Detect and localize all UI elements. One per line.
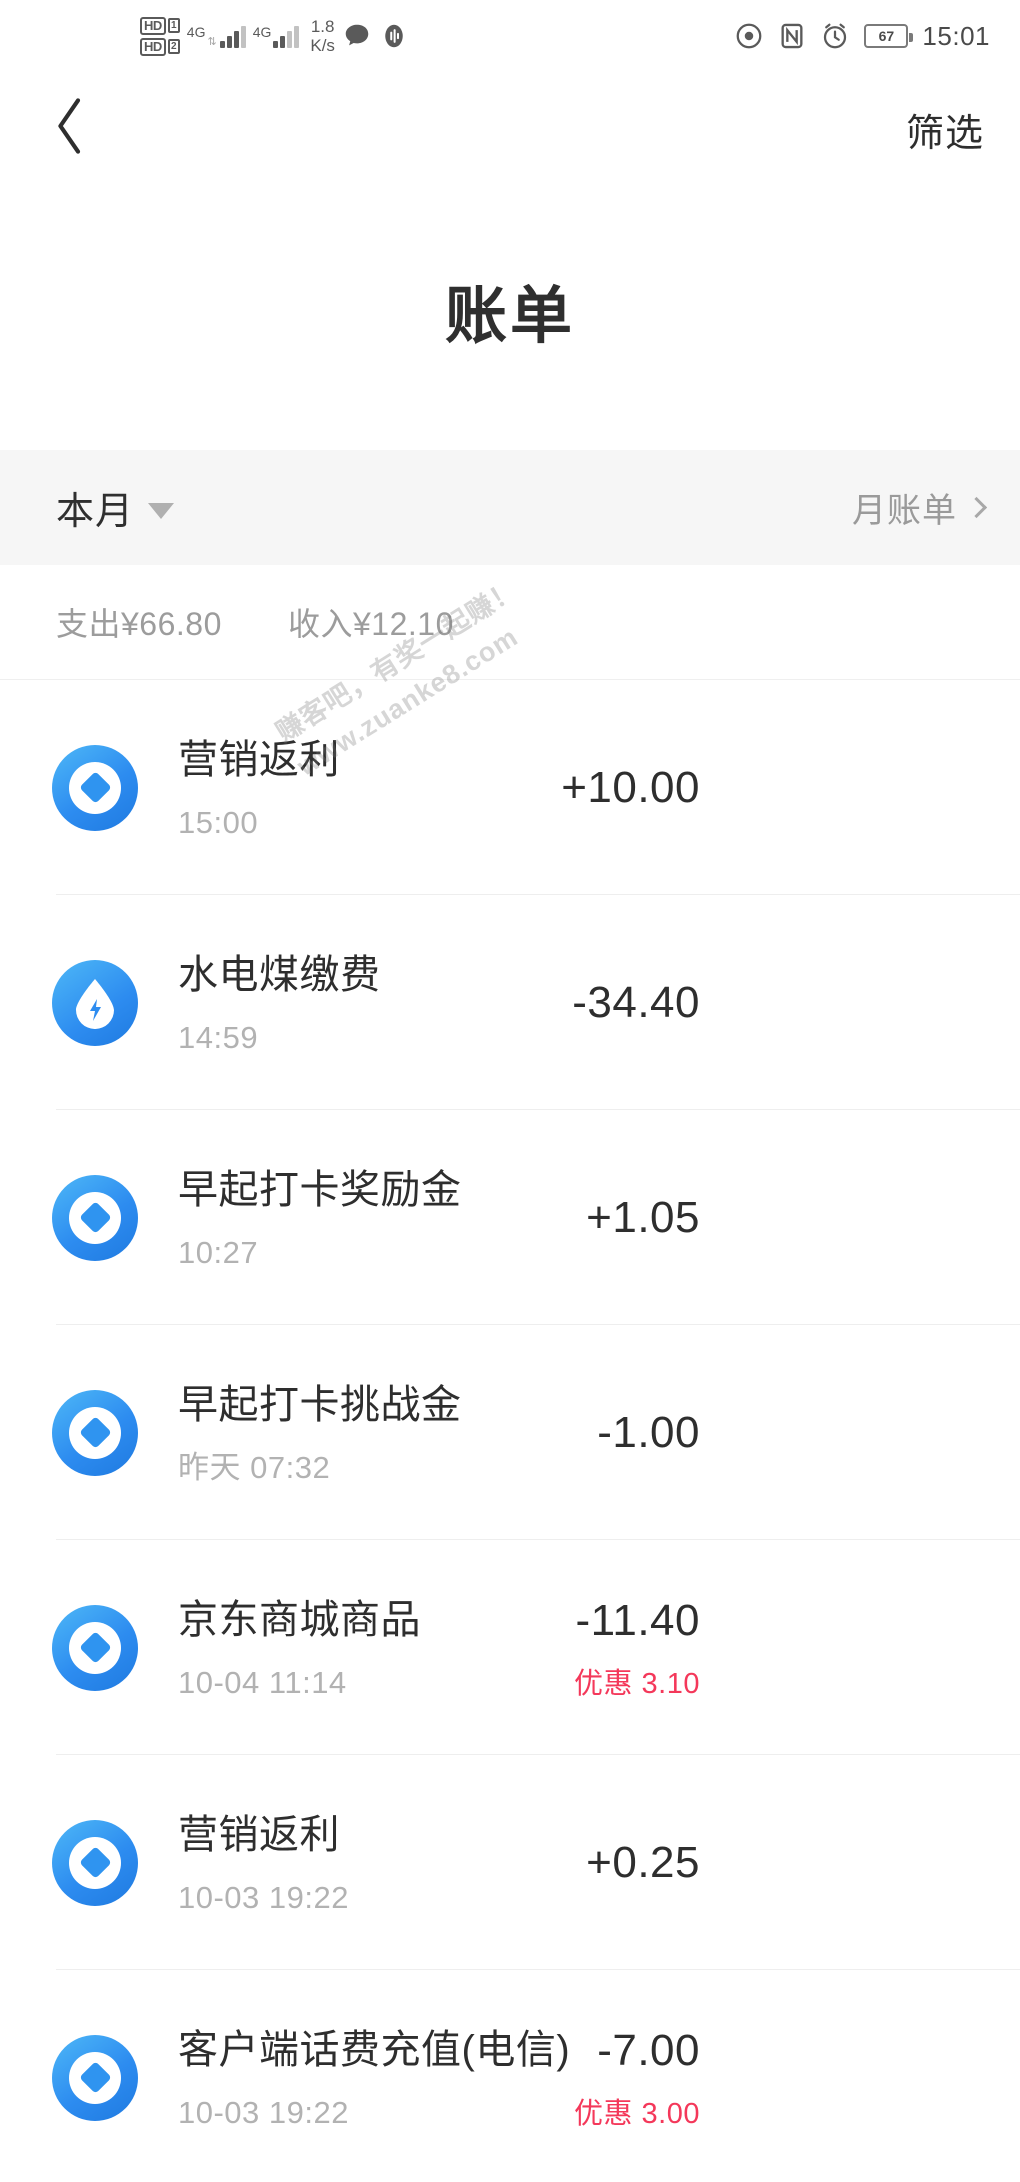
- status-bar-right: 67 15:01: [734, 21, 990, 52]
- alipay-logo-icon: [52, 1389, 138, 1476]
- hd-label: HD: [140, 16, 166, 35]
- month-filter-bar: 本月 月账单: [0, 450, 1020, 565]
- period-label: 本月: [56, 491, 135, 533]
- message-icon: [342, 21, 372, 51]
- signal-bars-icon: [273, 24, 300, 48]
- discount-badge: 优惠 3.10: [574, 1667, 700, 1700]
- hd-sim-number: 2: [167, 39, 180, 54]
- monthly-bill-link[interactable]: 月账单: [852, 483, 988, 532]
- eye-care-icon: [734, 21, 764, 51]
- monthly-bill-label: 月账单: [852, 492, 957, 530]
- nfc-icon: [778, 21, 806, 51]
- alipay-ring: [69, 2051, 121, 2104]
- alipay-ring: [69, 1191, 121, 1244]
- alipay-ring: [69, 1836, 121, 1889]
- water-electricity-gas-icon: [52, 959, 138, 1046]
- filter-button[interactable]: 筛选: [906, 102, 984, 157]
- transaction-amount: +1.05: [586, 1192, 700, 1242]
- table-row[interactable]: 客户端话费充值(电信) 10-03 19:22 -7.00 优惠 3.00: [0, 1970, 1020, 2182]
- alipay-logo-icon: [52, 1604, 138, 1691]
- back-button[interactable]: [38, 96, 102, 160]
- status-bar-clock: 15:01: [922, 20, 990, 51]
- table-row[interactable]: 营销返利 15:00 +10.00: [0, 680, 1020, 895]
- alipay-ring: [69, 761, 121, 814]
- alipay-diamond: [78, 1201, 112, 1234]
- alipay-logo-icon: [52, 744, 138, 831]
- discount-badge: 优惠 3.00: [574, 2097, 700, 2130]
- hd-label: HD: [140, 37, 166, 56]
- transaction-amount: -7.00: [597, 2025, 700, 2075]
- battery-percent-label: 67: [878, 28, 895, 44]
- table-row[interactable]: 早起打卡挑战金 昨天 07:32 -1.00: [0, 1325, 1020, 1540]
- alipay-diamond: [78, 771, 112, 804]
- transaction-amount: -34.40: [572, 977, 700, 1027]
- transaction-amount: -11.40: [575, 1595, 700, 1645]
- hd1-indicator: HD 1: [140, 16, 180, 35]
- hd2-indicator: HD 2: [140, 37, 180, 56]
- transaction-amount-group: -34.40: [572, 977, 700, 1029]
- alipay-diamond: [78, 2061, 112, 2094]
- expense-total: 支出¥66.80: [56, 606, 222, 642]
- transaction-amount: +10.00: [561, 762, 700, 812]
- back-chevron-icon: [50, 94, 90, 163]
- alipay-diamond: [78, 1846, 112, 1879]
- alipay-logo-icon: [52, 2034, 138, 2121]
- alipay-diamond: [78, 1416, 112, 1449]
- income-total: 收入¥12.10: [288, 606, 454, 642]
- water-drop-shape: [72, 978, 118, 1029]
- alipay-logo-icon: [52, 1819, 138, 1906]
- period-selector[interactable]: 本月: [56, 480, 175, 535]
- battery-icon: 67: [864, 24, 914, 48]
- network-speed-value: 1.8: [310, 17, 335, 36]
- table-row[interactable]: 早起打卡奖励金 10:27 +1.05: [0, 1110, 1020, 1325]
- signal-bars-icon: [219, 24, 246, 48]
- transaction-amount-group: +0.25: [586, 1837, 700, 1889]
- table-row[interactable]: 水电煤缴费 14:59 -34.40: [0, 895, 1020, 1110]
- network-type-label: 4G: [186, 24, 206, 40]
- transaction-amount-group: +1.05: [586, 1192, 700, 1244]
- alipay-ring: [69, 1621, 121, 1674]
- network-speed: 1.8 K/s: [310, 17, 335, 55]
- alipay-ring: [69, 1406, 121, 1459]
- status-bar: HD 1 HD 2 4G ⇅ 4G 1.8 K/s 67 15:01: [0, 0, 1020, 72]
- phone-screen: HD 1 HD 2 4G ⇅ 4G 1.8 K/s 67 15:01 筛选 账单…: [0, 0, 1020, 2182]
- voice-assistant-icon: [379, 21, 409, 51]
- transaction-amount-group: +10.00: [561, 762, 700, 814]
- nav-bar: 筛选: [0, 72, 1020, 182]
- chevron-right-icon: [965, 496, 988, 519]
- table-row[interactable]: 营销返利 10-03 19:22 +0.25: [0, 1755, 1020, 1970]
- table-row[interactable]: 京东商城商品 10-04 11:14 -11.40 优惠 3.10: [0, 1540, 1020, 1755]
- transaction-amount-group: -7.00 优惠 3.00: [574, 2025, 700, 2131]
- page-title: 账单: [444, 282, 575, 351]
- volte-hd-indicators: HD 1 HD 2: [140, 16, 180, 56]
- network-speed-unit: K/s: [310, 36, 335, 55]
- summary-row: 支出¥66.80 收入¥12.10: [0, 565, 1020, 680]
- network-type-label: 4G: [252, 24, 272, 40]
- transaction-amount-group: -11.40 优惠 3.10: [574, 1595, 700, 1701]
- signal-sim1: 4G ⇅: [187, 24, 246, 48]
- transaction-amount: -1.00: [597, 1407, 700, 1457]
- signal-sim2: 4G: [253, 24, 300, 48]
- data-arrow-icon: ⇅: [207, 36, 217, 48]
- alipay-diamond: [78, 1631, 112, 1664]
- transaction-amount-group: -1.00: [597, 1407, 700, 1459]
- chevron-down-icon: [148, 502, 175, 519]
- transaction-amount: +0.25: [586, 1837, 700, 1887]
- alipay-logo-icon: [52, 1174, 138, 1261]
- transaction-list: 营销返利 15:00 +10.00 水电煤缴费 14:59 -34.40 早起打卡奖励金 10…: [0, 680, 1020, 2182]
- alarm-icon: [820, 21, 850, 51]
- status-bar-left: HD 1 HD 2 4G ⇅ 4G 1.8 K/s: [140, 16, 409, 56]
- hd-sim-number: 1: [167, 18, 180, 33]
